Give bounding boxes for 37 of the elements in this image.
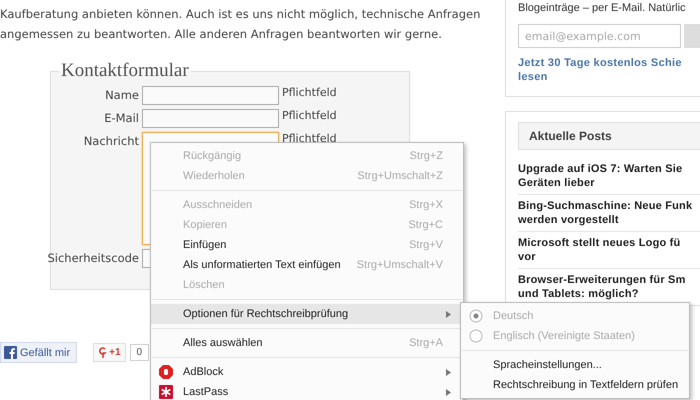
post-link[interactable]: Upgrade auf iOS 7: Warten Sie Geräten lieber [518, 158, 682, 194]
stop-sign-icon [159, 365, 173, 379]
menu-item[interactable]: Optionen für Rechtschreibprüfung [151, 304, 463, 324]
field-label: Nachricht [84, 133, 139, 150]
required-hint: Pflichtfeld [282, 109, 338, 122]
like-button[interactable]: Gefällt mir [0, 342, 78, 363]
posts-heading: Aktuelle Posts [518, 122, 700, 150]
article-text: Kaufberatung anbieten können. Auch ist es uns nicht möglich, technische Anfragen [0, 6, 480, 23]
menu-item[interactable]: Alles auswählen Strg+A [151, 333, 463, 353]
field-label: Name [105, 87, 139, 104]
g-icon [98, 346, 108, 359]
menu-item[interactable]: AdBlock [151, 362, 463, 382]
menu-item[interactable]: Spracheinstellungen... [461, 355, 689, 375]
input-field[interactable] [142, 109, 279, 128]
plus-one-button[interactable]: +1 [93, 343, 126, 362]
arrow-icon [446, 368, 451, 376]
newsletter-text: Blogeinträge – per E-Mail. Natürlic [518, 2, 687, 14]
menu-item[interactable]: Rechtschreibung in Textfeldern prüfen [461, 375, 689, 395]
arrow-icon [446, 388, 451, 396]
menu-item[interactable]: LastPass [151, 382, 463, 400]
field-label: E-Mail [104, 110, 139, 127]
field-label: Sicherheitscode [47, 250, 139, 267]
input-field[interactable] [142, 86, 279, 105]
trial-link[interactable]: Jetzt 30 Tage kostenlos Schie lesen [518, 56, 682, 84]
share-count: 0 [130, 344, 150, 361]
article-text: angemessen zu beantworten. Alle anderen Anfragen beantworten wir gerne. [0, 26, 443, 43]
post-link[interactable]: Browser-Erweiterungen für Sm und Tablets: möglich? [518, 269, 686, 305]
facebook-icon [4, 346, 17, 359]
required-hint: Pflichtfeld [282, 132, 338, 145]
required-hint: Pflichtfeld [282, 86, 338, 99]
menu-item[interactable]: Einfügen Strg+V [151, 235, 463, 255]
email-field[interactable]: email@example.com [518, 24, 682, 48]
post-link[interactable]: Bing-Suchmaschine: Neue Funk werden vorgestellt [518, 195, 692, 231]
post-link[interactable]: Microsoft stellt neues Logo fü vor [518, 232, 680, 268]
menu-item[interactable]: Als unformatierten Text einfügen Strg+Umschalt+V [151, 255, 463, 275]
form-title: Kontaktformular [60, 60, 190, 82]
arrow-icon [446, 310, 451, 318]
